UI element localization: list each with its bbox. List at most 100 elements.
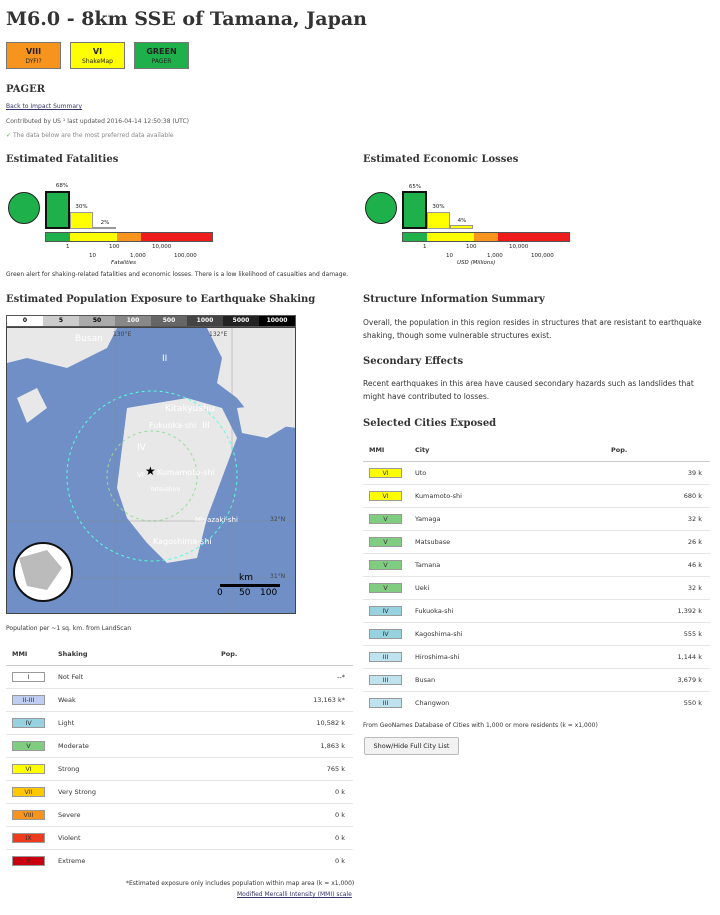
mmi-badge: II-III bbox=[12, 694, 45, 705]
shaking-cell: Moderate bbox=[52, 733, 215, 757]
mmi-badge: III bbox=[369, 651, 402, 662]
axis-label: Fatalities bbox=[111, 260, 137, 266]
map-label: Kagoshima-shi bbox=[153, 537, 212, 546]
losses-heading: Estimated Economic Losses bbox=[363, 154, 519, 165]
shaking-cell: Weak bbox=[52, 687, 215, 711]
table-row: II-III Weak 13,163 k* bbox=[6, 687, 353, 711]
exposure-map[interactable]: 130°E 132°E Busan II Kitakyushu Fukuoka-… bbox=[6, 327, 296, 614]
scale-cell: 500 bbox=[151, 316, 187, 326]
col-pop: Pop. bbox=[215, 643, 353, 666]
badge-sub: ShakeMap bbox=[82, 58, 113, 65]
city-cell: Kagoshima-shi bbox=[409, 621, 605, 645]
mmi-scale-link[interactable]: Modified Mercalli Intensity (MMI) scale bbox=[237, 891, 352, 898]
map-label: III bbox=[202, 421, 210, 431]
mmi-cell: IX bbox=[6, 825, 52, 849]
map-label: 32°N bbox=[270, 516, 286, 523]
scale-cell: 0 bbox=[7, 316, 43, 326]
mmi-badge: V bbox=[369, 536, 402, 547]
mmi-badge: VI bbox=[369, 490, 402, 501]
map-label: 130°E bbox=[113, 331, 132, 338]
bar-yellow bbox=[70, 212, 93, 229]
table-row: III Busan 3,679 k bbox=[363, 667, 710, 691]
pop-cell: 0 k bbox=[215, 802, 353, 826]
col-city: City bbox=[409, 439, 605, 462]
scale-cell: 50 bbox=[79, 316, 115, 326]
map-label: Kitakyushu bbox=[165, 404, 215, 414]
back-to-impact-link[interactable]: Back to Impact Summary bbox=[6, 103, 82, 110]
mmi-cell: II-III bbox=[6, 687, 52, 711]
tick-label: 1 bbox=[66, 244, 70, 250]
mmi-cell: III bbox=[363, 667, 409, 691]
tick-label: 10 bbox=[446, 253, 453, 259]
tick-label: 10,000 bbox=[509, 244, 529, 250]
map-label: II bbox=[162, 354, 168, 364]
col-pop: Pop. bbox=[605, 439, 710, 462]
pager-badge[interactable]: GREEN PAGER bbox=[134, 42, 189, 69]
pager-heading: PAGER bbox=[6, 84, 46, 95]
preferred-note: ✓ The data below are the most preferred … bbox=[6, 132, 174, 139]
pop-cell: 39 k bbox=[605, 460, 710, 484]
cities-heading: Selected Cities Exposed bbox=[363, 418, 497, 429]
population-scale: 0 5 50 100 500 1000 5000 10000 bbox=[6, 315, 296, 327]
table-row: III Hiroshima-shi 1,144 k bbox=[363, 644, 710, 668]
contributed-text: Contributed by US ¹ last updated 2016-04… bbox=[6, 118, 189, 125]
city-cell: Uto bbox=[409, 460, 605, 484]
cities-table: MMI City Pop. VI Uto 39 k VI Kumamoto-shi 680… bbox=[363, 439, 710, 714]
map-label: IV bbox=[137, 443, 146, 453]
badge-label: GREEN bbox=[146, 47, 177, 56]
green-alert-circle bbox=[365, 192, 397, 224]
pct-label: 68% bbox=[55, 183, 69, 189]
badge-label: VIII bbox=[25, 47, 42, 56]
table-row: VI Kumamoto-shi 680 k bbox=[363, 483, 710, 507]
exposure-footnote: *Estimated exposure only includes popula… bbox=[126, 880, 355, 887]
pop-cell: 1,863 k bbox=[215, 733, 353, 757]
structure-text: Overall, the population in this region r… bbox=[363, 318, 702, 340]
map-label: 50 bbox=[239, 588, 251, 598]
preferred-text: The data below are the most preferred da… bbox=[12, 132, 174, 139]
pop-cell: 555 k bbox=[605, 621, 710, 645]
table-row: V Yamaga 32 k bbox=[363, 506, 710, 530]
mmi-cell: IV bbox=[6, 710, 52, 734]
mmi-cell: V bbox=[363, 575, 409, 599]
pop-cell: 1,392 k bbox=[605, 598, 710, 622]
tick-label: 1 bbox=[423, 244, 427, 250]
pct-label: 65% bbox=[408, 184, 422, 190]
city-cell: Tamana bbox=[409, 552, 605, 576]
table-row: IV Light 10,582 k bbox=[6, 710, 353, 734]
pop-cell: 26 k bbox=[605, 529, 710, 553]
mmi-badge: V bbox=[369, 513, 402, 524]
show-hide-city-list-button[interactable]: Show/Hide Full City List bbox=[364, 737, 459, 755]
table-row: IV Fukuoka-shi 1,392 k bbox=[363, 598, 710, 622]
tick-label: 100 bbox=[466, 244, 477, 250]
mmi-cell: V bbox=[363, 529, 409, 553]
tick-label: 1,000 bbox=[130, 253, 146, 259]
pct-label: 4% bbox=[457, 218, 467, 224]
bar-green bbox=[45, 191, 70, 229]
city-cell: Kumamoto-shi bbox=[409, 483, 605, 507]
tick-label: 10 bbox=[89, 253, 96, 259]
table-row: IV Kagoshima-shi 555 k bbox=[363, 621, 710, 645]
table-row: X Extreme 0 k bbox=[6, 848, 353, 872]
mmi-cell: V bbox=[363, 552, 409, 576]
dyfi-badge[interactable]: VIII DYFI? bbox=[6, 42, 61, 69]
pct-label: 2% bbox=[100, 220, 110, 226]
map-label: Fukuoka-shi bbox=[149, 421, 197, 430]
scale-bar bbox=[402, 232, 570, 242]
mmi-cell: III bbox=[363, 690, 409, 714]
city-cell: Hiroshima-shi bbox=[409, 644, 605, 668]
mmi-badge: IV bbox=[12, 717, 45, 728]
pct-label: 30% bbox=[75, 204, 88, 210]
mmi-badge: IV bbox=[369, 605, 402, 616]
shakemap-badge[interactable]: VI ShakeMap bbox=[70, 42, 125, 69]
check-icon: ✓ bbox=[6, 132, 13, 139]
mmi-badge: IX bbox=[12, 832, 45, 843]
table-row: VIII Severe 0 k bbox=[6, 802, 353, 826]
table-row: VII Very Strong 0 k bbox=[6, 779, 353, 803]
fatalities-heading: Estimated Fatalities bbox=[6, 154, 119, 165]
mmi-cell: VIII bbox=[6, 802, 52, 826]
mmi-cell: V bbox=[6, 733, 52, 757]
mmi-badge: III bbox=[369, 674, 402, 685]
scale-bar bbox=[45, 232, 213, 242]
shaking-cell: Severe bbox=[52, 802, 215, 826]
map-label: km bbox=[239, 573, 253, 583]
